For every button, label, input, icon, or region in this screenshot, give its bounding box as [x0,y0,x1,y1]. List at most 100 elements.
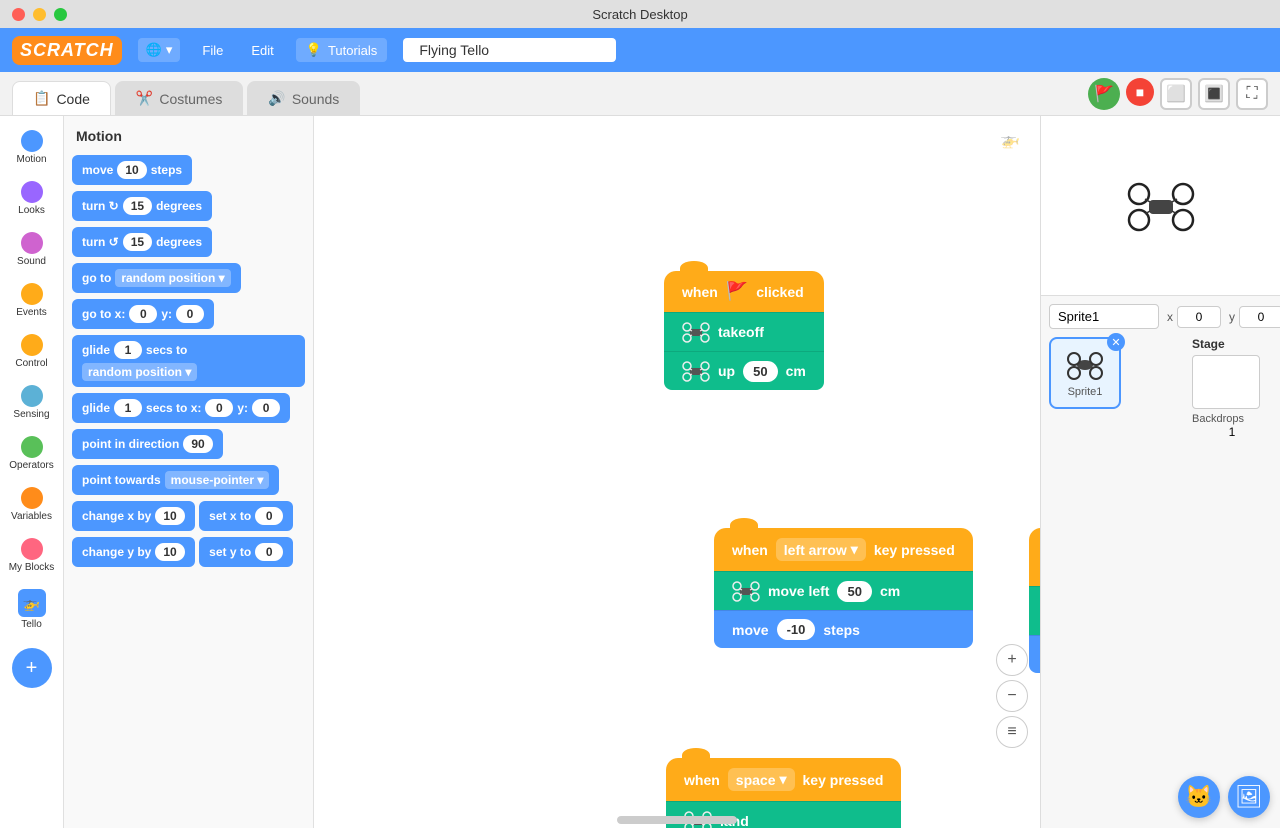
block-point-direction[interactable]: point in direction 90 [72,429,223,459]
operators-dot [21,436,43,458]
zoom-out-button[interactable]: − [996,680,1028,712]
category-motion[interactable]: Motion [3,124,61,171]
hat-block-green-flag[interactable]: when 🚩 clicked [664,271,824,312]
left-arrow-dropdown[interactable]: left arrow ▾ [776,538,866,561]
move-neg10-value[interactable]: -10 [777,619,816,640]
category-myblocks-label: My Blocks [9,562,55,573]
stop-icon: ■ [1136,84,1144,100]
block-move-input[interactable]: 10 [117,161,146,179]
add-backdrop-button[interactable]: 🖼 [1228,776,1270,818]
block-turn-cw[interactable]: turn ↻ 15 degrees [72,191,212,221]
block-set-x[interactable]: set x to 0 [199,501,293,531]
category-sensing[interactable]: Sensing [3,379,61,426]
category-events[interactable]: Events [3,277,61,324]
when-label-space: when [684,772,720,788]
scratch-logo[interactable]: SCRATCH [12,36,122,65]
category-operators[interactable]: Operators [3,430,61,477]
up-value[interactable]: 50 [743,361,777,382]
block-move-left[interactable]: move left 50 cm [714,571,973,610]
zoom-in-button[interactable]: + [996,644,1028,676]
block-glide-xy[interactable]: glide 1 secs to x: 0 y: 0 [72,393,290,423]
category-events-label: Events [16,307,47,318]
category-variables[interactable]: Variables [3,481,61,528]
block-takeoff[interactable]: takeoff [664,312,824,351]
block-move-neg10[interactable]: move -10 steps [714,610,973,648]
drone-mini-icon-3 [732,580,760,602]
category-sound[interactable]: Sound [3,226,61,273]
stop-button[interactable]: ■ [1126,78,1154,106]
add-extension-button[interactable]: + [12,648,52,688]
block-goto-xy[interactable]: go to x: 0 y: 0 [72,299,214,329]
unmaximize-stage-button[interactable]: ⬜ [1160,78,1192,110]
x-coord-input[interactable] [1177,306,1221,328]
maximize-stage-button[interactable]: 🔳 [1198,78,1230,110]
y-coord-input[interactable] [1239,306,1280,328]
maximize-button[interactable] [54,8,67,21]
category-control[interactable]: Control [3,328,61,375]
code-canvas: 🚁 when 🚩 clicked takeoff [314,116,1040,828]
sprite-info-row: x y [1049,304,1272,329]
hat-block-space[interactable]: when space ▾ key pressed [666,758,901,801]
block-turn-ccw[interactable]: turn ↺ 15 degrees [72,227,212,257]
main-area: Motion Looks Sound Events Control Sensin… [0,116,1280,828]
sprite-name-input[interactable] [1049,304,1159,329]
project-name-input[interactable] [403,38,616,62]
category-operators-label: Operators [9,460,53,471]
menu-bar: SCRATCH 🌐 ▾ File Edit 💡 Tutorials [0,28,1280,72]
tab-sounds[interactable]: 🔊 Sounds [247,81,360,115]
block-glide-random[interactable]: glide 1 secs to random position ▾ [72,335,305,387]
globe-chevron: ▾ [166,42,173,58]
minimize-button[interactable] [33,8,46,21]
sprite1-thumb[interactable]: ✕ Sprite1 [1049,337,1121,409]
takeoff-label: takeoff [718,324,764,340]
globe-icon: 🌐 [146,42,162,58]
zoom-reset-button[interactable]: ≡ [996,716,1028,748]
coord-y-group: y [1229,306,1280,328]
traffic-lights [12,8,67,21]
block-change-y[interactable]: change y by 10 [72,537,195,567]
move-left-label: move left [768,583,829,599]
block-up[interactable]: up 50 cm [664,351,824,390]
tello-icon: 🚁 [18,589,46,617]
y-label: y [1229,310,1235,324]
motion-dot [21,130,43,152]
fullscreen-button[interactable]: ⛶ [1236,78,1268,110]
canvas-scrollbar[interactable] [617,816,737,824]
language-selector[interactable]: 🌐 ▾ [138,38,181,62]
block-change-x[interactable]: change x by 10 [72,501,195,531]
block-goto-random[interactable]: go to random position ▾ [72,263,241,293]
move-left-value[interactable]: 50 [837,581,871,602]
hat-block-right-arrow[interactable]: when right arrow ▾ key pressed [1029,528,1040,586]
backdrops-label: Backdrops [1192,413,1272,425]
tab-costumes[interactable]: ✂️ Costumes [115,81,243,115]
stage-backdrop-thumb[interactable] [1192,355,1260,409]
tutorials-button[interactable]: 💡 Tutorials [296,38,388,62]
block-set-y[interactable]: set y to 0 [199,537,293,567]
hat-block-left-arrow[interactable]: when left arrow ▾ key pressed [714,528,973,571]
stage-control-icons: 🚩 ■ ⬜ 🔳 ⛶ [1088,78,1268,110]
block-move-10[interactable]: move 10 steps [1029,635,1040,673]
edit-menu[interactable]: Edit [245,39,279,62]
block-move-steps[interactable]: move 10 steps [72,155,192,185]
block-move-right[interactable]: move right 50 cm [1029,586,1040,635]
file-menu[interactable]: File [196,39,229,62]
costume-icon: ✂️ [136,90,153,107]
close-button[interactable] [12,8,25,21]
variables-dot [21,487,43,509]
category-myblocks[interactable]: My Blocks [3,532,61,579]
sprites-and-stage: ✕ Sprite1 [1049,337,1272,439]
bottom-buttons: 🐱 🖼 [1041,768,1280,828]
script-green-flag[interactable]: when 🚩 clicked takeoff up 50 cm [664,271,824,390]
green-flag-button[interactable]: 🚩 [1088,78,1120,110]
tab-code[interactable]: 📋 Code [12,81,111,115]
when-label-left: when [732,542,768,558]
block-point-towards[interactable]: point towards mouse-pointer ▾ [72,465,279,495]
category-looks[interactable]: Looks [3,175,61,222]
sprite-delete-button[interactable]: ✕ [1107,333,1125,351]
script-right-arrow[interactable]: when right arrow ▾ key pressed move righ… [1029,528,1040,673]
script-left-arrow[interactable]: when left arrow ▾ key pressed move left … [714,528,973,648]
space-dropdown[interactable]: space ▾ [728,768,795,791]
add-sprite-button[interactable]: 🐱 [1178,776,1220,818]
category-tello[interactable]: 🚁 Tello [3,583,61,636]
category-variables-label: Variables [11,511,52,522]
